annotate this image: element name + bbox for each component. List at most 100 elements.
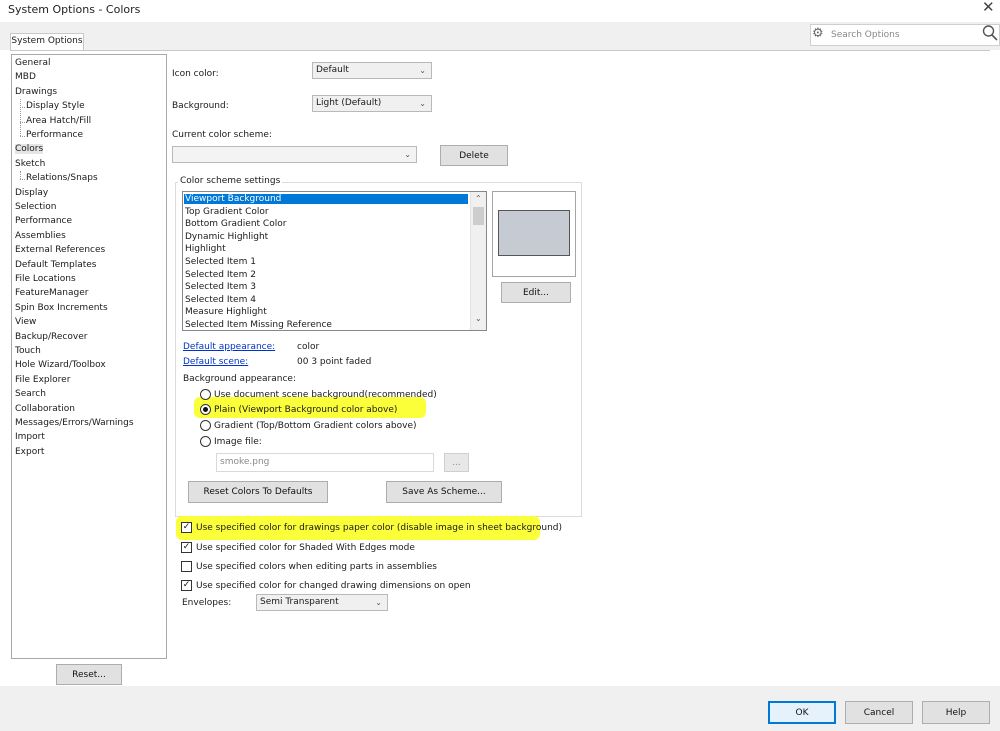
- search-icon[interactable]: [982, 24, 998, 46]
- reset-colors-button[interactable]: Reset Colors To Defaults: [188, 481, 328, 503]
- tree-connector: [20, 98, 21, 136]
- radio-document-scene-label: Use document scene background(recommende…: [214, 390, 437, 400]
- background-value: Light (Default): [316, 98, 382, 108]
- envelopes-value: Semi Transparent: [260, 597, 339, 607]
- tree-item[interactable]: Drawings: [15, 87, 57, 97]
- background-dropdown[interactable]: Light (Default) ⌄: [312, 95, 432, 112]
- image-file-input[interactable]: smoke.png: [216, 453, 434, 472]
- color-scheme-list-item[interactable]: Selected Item 1: [185, 257, 256, 267]
- color-scheme-list-item[interactable]: Selected Item Missing Reference: [185, 320, 332, 330]
- tree-item[interactable]: View: [15, 317, 36, 327]
- tree-item[interactable]: Selection: [15, 202, 56, 212]
- checkbox-editing-parts-label: Use specified colors when editing parts …: [196, 562, 437, 572]
- background-label: Background:: [172, 101, 229, 111]
- close-icon[interactable]: ✕: [982, 0, 995, 15]
- color-scheme-list-item[interactable]: Dynamic Highlight: [185, 232, 268, 242]
- color-scheme-settings-title: Color scheme settings: [178, 176, 283, 186]
- color-scheme-list-item[interactable]: Selected Item 2: [185, 270, 256, 280]
- tree-item[interactable]: External References: [15, 245, 105, 255]
- tree-item[interactable]: Import: [15, 432, 45, 442]
- icon-color-label: Icon color:: [172, 69, 219, 79]
- icon-color-dropdown[interactable]: Default ⌄: [312, 62, 432, 79]
- color-scheme-list[interactable]: Viewport Background Top Gradient Color Bot…: [182, 191, 487, 331]
- gear-icon[interactable]: ⚙: [812, 26, 824, 41]
- tree-item[interactable]: Colors: [15, 144, 44, 155]
- tree-item[interactable]: Display Style: [26, 101, 85, 111]
- color-scheme-list-item[interactable]: Highlight: [185, 244, 226, 254]
- color-scheme-label: Current color scheme:: [172, 130, 272, 140]
- tree-item[interactable]: FeatureManager: [15, 288, 88, 298]
- tree-item[interactable]: Spin Box Increments: [15, 303, 108, 313]
- reset-button[interactable]: Reset...: [56, 664, 122, 685]
- tree-item[interactable]: Collaboration: [15, 404, 75, 414]
- search-placeholder: Search Options: [831, 30, 900, 40]
- tree-item[interactable]: Area Hatch/Fill: [26, 116, 91, 126]
- window-title: System Options - Colors: [8, 3, 141, 16]
- radio-gradient-label: Gradient (Top/Bottom Gradient colors abo…: [214, 421, 417, 431]
- save-scheme-button[interactable]: Save As Scheme...: [386, 481, 502, 503]
- icon-color-value: Default: [316, 65, 349, 75]
- tree-item[interactable]: General: [15, 58, 50, 68]
- chevron-down-icon[interactable]: ⌄: [475, 314, 482, 323]
- tree-item[interactable]: Hole Wizard/Toolbox: [15, 360, 106, 370]
- color-scheme-list-item[interactable]: Selected Item 4: [185, 295, 256, 305]
- tree-item[interactable]: Sketch: [15, 159, 45, 169]
- envelopes-label: Envelopes:: [182, 598, 232, 608]
- list-scrollbar[interactable]: ⌃ ⌄: [470, 192, 486, 330]
- background-appearance-label: Background appearance:: [183, 374, 296, 384]
- checkbox-drawings-paper-color[interactable]: ✓: [181, 522, 192, 533]
- color-scheme-dropdown[interactable]: ⌄: [172, 146, 417, 163]
- checkbox-editing-parts[interactable]: [181, 561, 192, 572]
- browse-button[interactable]: ...: [444, 453, 469, 472]
- tree-item[interactable]: Touch: [15, 346, 41, 356]
- tree-item[interactable]: Display: [15, 188, 48, 198]
- tree-connector: [20, 179, 25, 181]
- tree-item[interactable]: Backup/Recover: [15, 332, 87, 342]
- checkbox-drawings-paper-color-label: Use specified color for drawings paper c…: [196, 523, 563, 533]
- help-button[interactable]: Help: [922, 701, 990, 724]
- tab-system-options[interactable]: System Options: [10, 33, 84, 50]
- tree-item[interactable]: Assemblies: [15, 231, 66, 241]
- radio-plain[interactable]: [200, 404, 211, 415]
- chevron-down-icon: ⌄: [419, 66, 426, 75]
- tree-item[interactable]: File Explorer: [15, 375, 70, 385]
- chevron-down-icon: ⌄: [375, 598, 382, 607]
- radio-plain-label: Plain (Viewport Background color above): [214, 405, 398, 415]
- delete-button[interactable]: Delete: [440, 145, 508, 166]
- tree-item[interactable]: File Locations: [15, 274, 76, 284]
- tree-item[interactable]: Export: [15, 447, 44, 457]
- edit-button[interactable]: Edit...: [501, 282, 571, 303]
- chevron-up-icon[interactable]: ⌃: [475, 194, 482, 203]
- checkbox-changed-dimensions-label: Use specified color for changed drawing …: [196, 581, 471, 591]
- default-appearance-link[interactable]: Default appearance:: [183, 342, 275, 352]
- cancel-button[interactable]: Cancel: [845, 701, 913, 724]
- tree-item[interactable]: Search: [15, 389, 46, 399]
- radio-image-file[interactable]: [200, 436, 211, 447]
- default-appearance-value: color: [297, 342, 320, 352]
- color-scheme-list-item[interactable]: Viewport Background: [184, 194, 468, 204]
- tree-item[interactable]: Default Templates: [15, 260, 97, 270]
- radio-image-file-label: Image file:: [214, 437, 262, 447]
- chevron-down-icon: ⌄: [404, 150, 411, 159]
- tree-item[interactable]: Messages/Errors/Warnings: [15, 418, 134, 428]
- checkbox-shaded-edges[interactable]: ✓: [181, 542, 192, 553]
- ok-button[interactable]: OK: [768, 701, 836, 724]
- tree-item[interactable]: Performance: [15, 216, 72, 226]
- checkbox-shaded-edges-label: Use specified color for Shaded With Edge…: [196, 543, 415, 553]
- radio-document-scene[interactable]: [200, 389, 211, 400]
- tree-item[interactable]: Performance: [26, 130, 83, 140]
- chevron-down-icon: ⌄: [419, 99, 426, 108]
- scroll-thumb[interactable]: [473, 207, 484, 225]
- default-scene-link[interactable]: Default scene:: [183, 357, 248, 367]
- tree-item[interactable]: MBD: [15, 72, 36, 82]
- color-preview-swatch: [498, 210, 570, 256]
- radio-gradient[interactable]: [200, 420, 211, 431]
- color-scheme-list-item[interactable]: Selected Item 3: [185, 282, 256, 292]
- color-scheme-list-item[interactable]: Measure Highlight: [185, 307, 267, 317]
- color-scheme-list-item[interactable]: Top Gradient Color: [185, 207, 269, 217]
- envelopes-dropdown[interactable]: Semi Transparent ⌄: [256, 594, 388, 611]
- checkbox-changed-dimensions[interactable]: ✓: [181, 580, 192, 591]
- tree-item[interactable]: Relations/Snaps: [26, 173, 98, 183]
- default-scene-value: 00 3 point faded: [297, 357, 372, 367]
- color-scheme-list-item[interactable]: Bottom Gradient Color: [185, 219, 286, 229]
